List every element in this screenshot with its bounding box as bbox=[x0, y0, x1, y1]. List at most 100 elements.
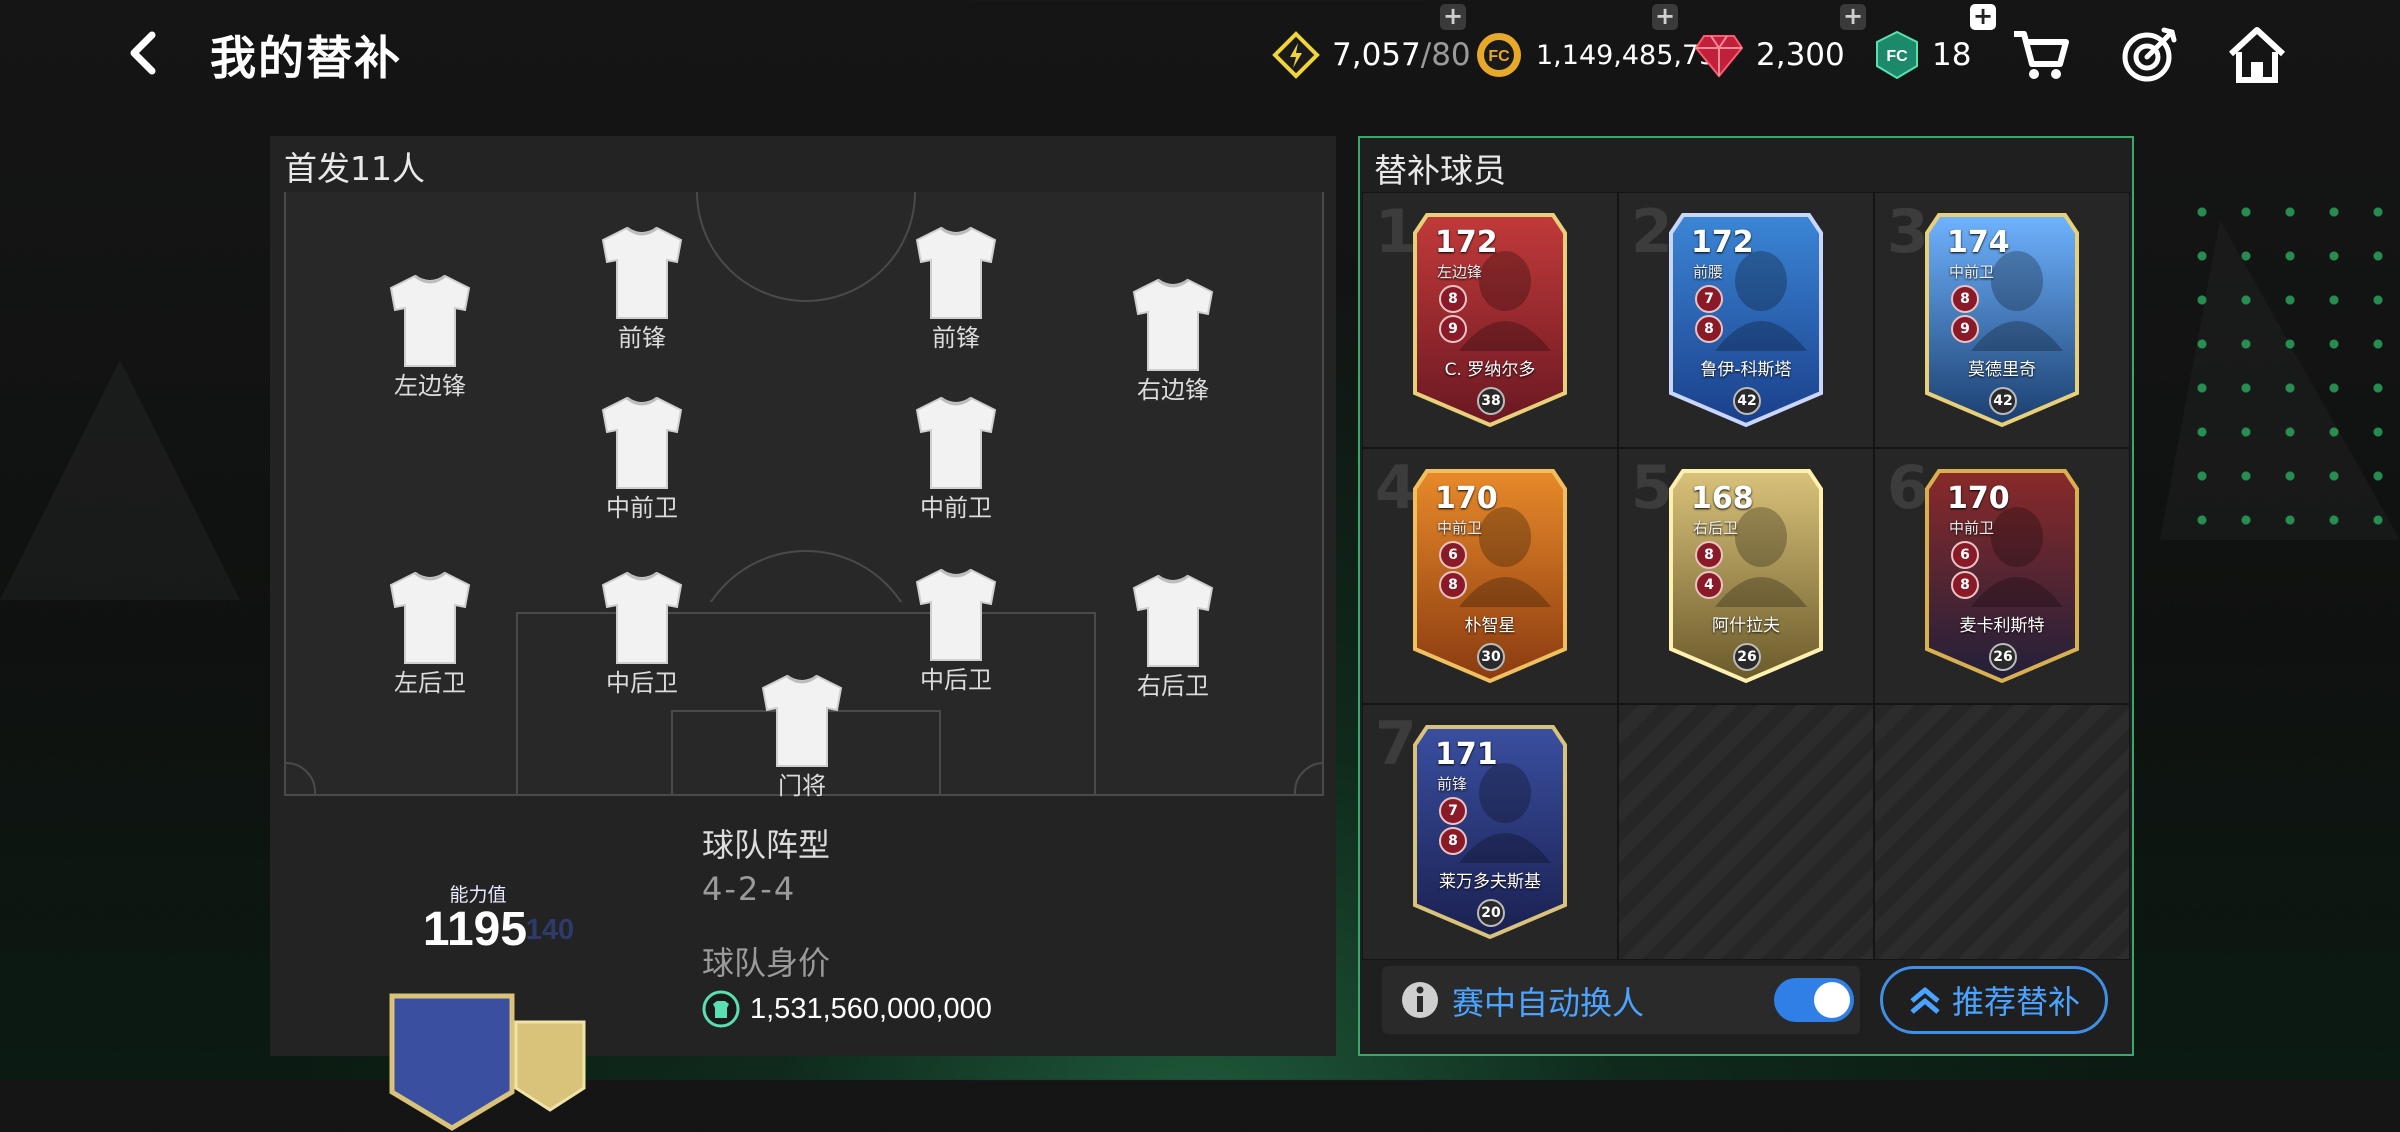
level-chip: 42 bbox=[1733, 387, 1761, 415]
currency-fc-points[interactable]: FC 18 + bbox=[1874, 4, 1996, 80]
svg-text:FC: FC bbox=[1488, 48, 1510, 65]
add-fc-points-button[interactable]: + bbox=[1970, 4, 1996, 30]
energy-value: 7,057 bbox=[1332, 37, 1421, 73]
player-card[interactable]: 172 左边锋 8 9 C. 罗纳尔多 38 bbox=[1409, 211, 1571, 429]
position-label: 左边锋 bbox=[394, 372, 466, 400]
energy-max: /80 bbox=[1420, 37, 1471, 73]
corner-arc bbox=[1294, 762, 1322, 794]
shop-button[interactable] bbox=[2010, 24, 2072, 86]
player-rating: 172 bbox=[1435, 225, 1498, 260]
jersey-icon bbox=[1132, 278, 1214, 371]
grade-chip: 8 bbox=[1951, 571, 1979, 599]
team-value-label: 球队身价 bbox=[702, 944, 831, 982]
formation-value: 4-2-4 bbox=[702, 870, 797, 908]
coin-icon: FC bbox=[1477, 33, 1521, 77]
position-label: 右后卫 bbox=[1137, 672, 1209, 700]
fc-point-icon: FC bbox=[1876, 30, 1918, 80]
lineup-slot[interactable]: 前锋 bbox=[587, 222, 697, 353]
player-position: 右后卫 bbox=[1693, 519, 1739, 537]
lineup-slot[interactable]: 中后卫 bbox=[901, 564, 1011, 695]
lineup-slot[interactable]: 中后卫 bbox=[587, 567, 697, 698]
level-chip: 30 bbox=[1477, 643, 1505, 671]
player-name: 莱万多夫斯基 bbox=[1439, 872, 1541, 892]
player-rating: 170 bbox=[1947, 481, 2010, 516]
recommend-subs-button[interactable]: 推荐替补 bbox=[1880, 966, 2108, 1034]
level-chip: 26 bbox=[1733, 643, 1761, 671]
player-card[interactable]: 168 右后卫 8 4 阿什拉夫 26 bbox=[1665, 467, 1827, 685]
sub-slot[interactable]: 3 174 中前卫 8 9 莫德里奇 42 bbox=[1874, 192, 2130, 448]
empty-sub-slot[interactable] bbox=[1874, 704, 2130, 960]
player-card[interactable]: 170 中前卫 6 8 朴智星 30 bbox=[1409, 467, 1571, 685]
currency-energy[interactable]: 7,057/80 + bbox=[1272, 4, 1471, 80]
target-icon bbox=[2122, 27, 2177, 82]
position-label: 前锋 bbox=[618, 324, 666, 352]
jersey-icon bbox=[601, 226, 683, 319]
jersey-icon bbox=[915, 396, 997, 489]
toggle-knob bbox=[1814, 982, 1850, 1018]
lineup-slot[interactable]: 中前卫 bbox=[587, 392, 697, 523]
player-card[interactable]: 174 中前卫 8 9 莫德里奇 42 bbox=[1921, 211, 2083, 429]
center-circle bbox=[696, 192, 916, 302]
grade-chip: 6 bbox=[1951, 541, 1979, 569]
objectives-button[interactable] bbox=[2118, 24, 2180, 86]
gem-icon bbox=[1694, 35, 1744, 78]
gems-value: 2,300 bbox=[1756, 37, 1845, 73]
jersey-icon bbox=[761, 674, 843, 767]
player-name: 阿什拉夫 bbox=[1712, 616, 1780, 636]
sub-slot[interactable]: 7 171 前锋 7 8 莱万多夫斯基 20 bbox=[1362, 704, 1618, 960]
home-button[interactable] bbox=[2226, 24, 2288, 86]
grade-chip: 7 bbox=[1695, 285, 1723, 313]
starting-lineup-title: 首发11人 bbox=[284, 149, 425, 188]
player-name: 麦卡利斯特 bbox=[1959, 616, 2045, 636]
auto-sub-control: 赛中自动换人 bbox=[1382, 966, 1860, 1034]
level-chip: 42 bbox=[1989, 387, 2017, 415]
position-label: 门将 bbox=[778, 772, 826, 800]
lineup-slot[interactable]: 门将 bbox=[747, 670, 857, 801]
sub-slot[interactable]: 4 170 中前卫 6 8 朴智星 30 bbox=[1362, 448, 1618, 704]
jersey-icon bbox=[601, 571, 683, 664]
lineup-slot[interactable]: 右后卫 bbox=[1118, 570, 1228, 701]
position-label: 中后卫 bbox=[606, 669, 678, 697]
player-rating: 171 bbox=[1435, 737, 1498, 772]
position-label: 中后卫 bbox=[920, 666, 992, 694]
sub-slot[interactable]: 1 172 左边锋 8 9 C. 罗纳尔多 38 bbox=[1362, 192, 1618, 448]
currency-gems[interactable]: 2,300 + bbox=[1694, 4, 1866, 80]
grade-chip: 8 bbox=[1695, 541, 1723, 569]
lineup-slot[interactable]: 中前卫 bbox=[901, 392, 1011, 523]
grade-chip: 6 bbox=[1439, 541, 1467, 569]
sub-slot[interactable]: 6 170 中前卫 6 8 麦卡利斯特 26 bbox=[1874, 448, 2130, 704]
back-button[interactable] bbox=[118, 28, 168, 78]
starting-lineup-panel: 首发11人 左边锋 前锋 前锋 右边锋 中前卫 中前卫 左后卫 中后卫 中后卫 右后卫 门将 能力值… bbox=[270, 136, 1336, 1131]
position-label: 中前卫 bbox=[606, 494, 678, 522]
auto-sub-toggle[interactable] bbox=[1774, 978, 1854, 1022]
grade-chip: 9 bbox=[1951, 315, 1979, 343]
lineup-slot[interactable]: 前锋 bbox=[901, 222, 1011, 353]
info-icon[interactable] bbox=[1400, 980, 1440, 1020]
team-sub-rating: 140 bbox=[525, 914, 575, 946]
lineup-slot[interactable]: 左后卫 bbox=[375, 567, 485, 698]
empty-sub-slot[interactable] bbox=[1618, 704, 1874, 960]
lineup-slot[interactable]: 右边锋 bbox=[1118, 274, 1228, 405]
sub-slot[interactable]: 5 168 右后卫 8 4 阿什拉夫 26 bbox=[1618, 448, 1874, 704]
player-name: 鲁伊-科斯塔 bbox=[1700, 360, 1792, 380]
add-gems-button[interactable]: + bbox=[1840, 4, 1866, 30]
player-position: 前锋 bbox=[1437, 775, 1468, 793]
page-title: 我的替补 bbox=[210, 31, 402, 85]
player-card[interactable]: 170 中前卫 6 8 麦卡利斯特 26 bbox=[1921, 467, 2083, 685]
player-card[interactable]: 172 前腰 7 8 鲁伊-科斯塔 42 bbox=[1665, 211, 1827, 429]
player-rating: 168 bbox=[1691, 481, 1754, 516]
substitutes-panel: 替补球员 1 172 左边锋 8 9 C. 罗纳尔多 38 2 172 前腰 7 8 鲁伊-科斯塔 42 3… bbox=[1358, 136, 2134, 1056]
lineup-slot[interactable]: 左边锋 bbox=[375, 270, 485, 401]
recommend-subs-label: 推荐替补 bbox=[1951, 983, 2080, 1021]
auto-sub-label: 赛中自动换人 bbox=[1452, 984, 1645, 1022]
level-chip: 38 bbox=[1477, 387, 1505, 415]
add-energy-button[interactable]: + bbox=[1440, 4, 1466, 30]
add-coins-button[interactable]: + bbox=[1652, 4, 1678, 30]
corner-arc bbox=[286, 762, 316, 794]
background-shape bbox=[0, 360, 240, 600]
energy-icon bbox=[1272, 31, 1320, 79]
level-chip: 20 bbox=[1477, 899, 1505, 927]
player-card[interactable]: 171 前锋 7 8 莱万多夫斯基 20 bbox=[1409, 723, 1571, 941]
sub-slot[interactable]: 2 172 前腰 7 8 鲁伊-科斯塔 42 bbox=[1618, 192, 1874, 448]
team-value-amount: 1,531,560,000,000 bbox=[750, 992, 992, 1025]
